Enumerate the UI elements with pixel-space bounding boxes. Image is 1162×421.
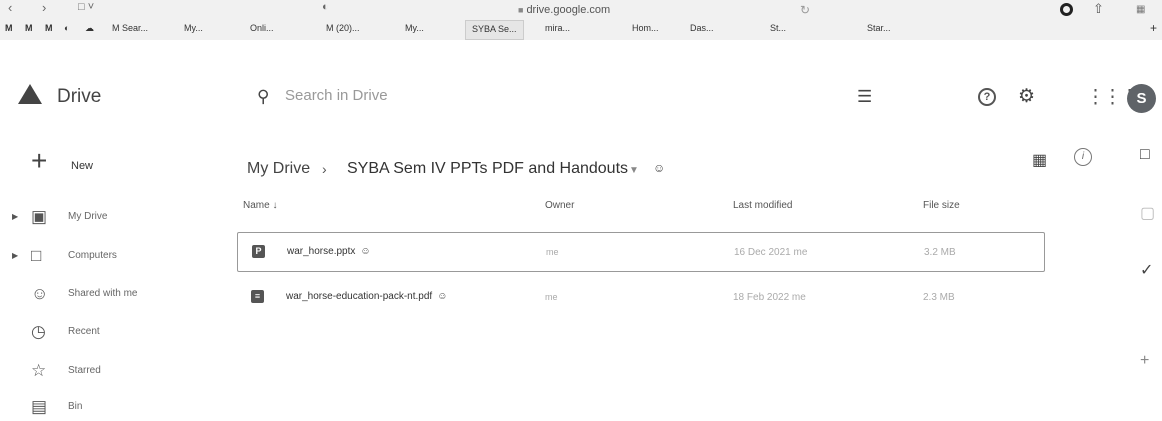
shared-icon: ☺ (360, 246, 371, 257)
sidebar-item-starred[interactable]: ☆ Starred (0, 361, 230, 385)
bookmark-gmail-1[interactable]: M (5, 23, 13, 33)
expand-arrow-icon[interactable]: ▶ (12, 212, 18, 221)
forward-icon[interactable]: › (42, 0, 46, 15)
file-modified: 16 Dec 2021 me (734, 247, 808, 258)
keep-icon[interactable]: ▢ (1140, 203, 1155, 223)
sidebar-item-label: My Drive (68, 211, 108, 222)
column-header-size: File size (923, 200, 960, 211)
calendar-icon[interactable]: □ (1140, 146, 1150, 164)
sidebar-item-label: Shared with me (68, 288, 138, 299)
help-icon[interactable]: ? (978, 88, 996, 106)
lock-icon: ■ (518, 5, 524, 15)
file-name: war_horse-education-pack-nt.pdf ☺ (286, 291, 448, 302)
info-icon[interactable]: i (1074, 148, 1092, 166)
new-label: New (71, 160, 94, 172)
bookmark-instagram[interactable]: St... (770, 23, 786, 33)
sidebar-item-label: Starred (68, 365, 101, 376)
browser-toolbar: ‹ › □ ˅ ◐ ■ drive.google.com ↻ ⇧ ▦ M M M … (0, 0, 1162, 40)
sidebar-item-my-drive[interactable]: ▶ ▣ My Drive (0, 207, 230, 231)
search-options-icon[interactable]: ☰ (857, 87, 872, 107)
star-icon: ☆ (31, 361, 47, 380)
column-header-name[interactable]: Name ↓ (243, 200, 277, 211)
tab-syba[interactable]: SYBA Se... (465, 20, 524, 40)
opera-icon[interactable] (1060, 3, 1073, 16)
bookmark-online[interactable]: Onli... (250, 23, 274, 33)
address-bar[interactable]: ■ drive.google.com (518, 4, 610, 16)
bookmark-cloud-icon[interactable]: ☁ (85, 23, 94, 34)
bin-icon: ▤ (31, 397, 48, 416)
file-owner: me (545, 292, 558, 302)
plus-icon: + (31, 145, 48, 176)
sidebar-toggle-icon[interactable]: □ ˅ (78, 1, 94, 13)
search-input[interactable] (285, 87, 685, 104)
breadcrumb-current[interactable]: SYBA Sem IV PPTs PDF and Handouts (347, 160, 628, 178)
bookmark-mira[interactable]: mira... (545, 23, 570, 33)
bookmark-starred[interactable]: Star... (867, 23, 891, 33)
bookmark-dashboard[interactable]: Das... (690, 23, 714, 33)
sidebar-item-bin[interactable]: ▤ Bin (0, 397, 230, 421)
file-size: 3.2 MB (924, 247, 956, 258)
sidebar-item-computers[interactable]: ▶ □ Computers (0, 246, 230, 270)
add-addon-icon[interactable]: + (1140, 352, 1149, 370)
bookmark-gmail-inbox[interactable]: M (20)... (326, 23, 360, 33)
shared-icon: ☺ (31, 284, 49, 303)
table-row[interactable]: ≡ war_horse-education-pack-nt.pdf ☺ me 18… (237, 278, 1045, 318)
bookmark-gmail-2[interactable]: M (25, 23, 33, 33)
sidebar-item-label: Computers (68, 250, 117, 261)
sidebar-item-shared[interactable]: ☺ Shared with me (0, 284, 230, 308)
file-modified: 18 Feb 2022 me (733, 292, 806, 303)
chevron-right-icon: › (322, 161, 327, 177)
new-tab-icon[interactable]: + (1150, 21, 1157, 35)
grid-view-icon[interactable]: ▦ (1032, 150, 1047, 170)
tab-overview-icon[interactable]: ▦ (1136, 4, 1145, 15)
bookmarks-bar: M M M ◐ ☁ M Sear... My... Onli... M (20)… (0, 20, 1162, 40)
brand-name[interactable]: Drive (57, 86, 101, 108)
drive-logo-icon[interactable] (18, 84, 42, 104)
column-header-modified: Last modified (733, 200, 793, 211)
expand-arrow-icon[interactable]: ▶ (12, 251, 18, 260)
bookmark-drive-1[interactable]: My... (184, 23, 203, 33)
table-row[interactable]: P war_horse.pptx ☺ me 16 Dec 2021 me 3.2 … (237, 232, 1045, 272)
pdf-file-icon: ≡ (251, 290, 264, 303)
bookmark-gmail-3[interactable]: M (45, 23, 53, 33)
tasks-icon[interactable]: ✓ (1140, 260, 1153, 280)
avatar[interactable]: S (1127, 84, 1156, 113)
pptx-file-icon: P (252, 245, 265, 258)
privacy-shield-icon[interactable]: ◐ (322, 1, 329, 13)
bookmark-whatsapp-icon[interactable]: ◐ (64, 23, 69, 33)
file-name: war_horse.pptx ☺ (287, 246, 371, 257)
url-text: drive.google.com (526, 4, 611, 16)
bookmark-search[interactable]: M Sear... (112, 23, 148, 33)
back-icon[interactable]: ‹ (8, 0, 12, 15)
sort-arrow-icon[interactable]: ↓ (272, 200, 277, 211)
file-size: 2.3 MB (923, 292, 955, 303)
bookmark-home[interactable]: Hom... (632, 23, 659, 33)
shared-icon: ☺ (437, 291, 448, 302)
sidebar-item-recent[interactable]: ◷ Recent (0, 322, 230, 346)
share-icon[interactable]: ⇧ (1093, 1, 1104, 17)
computers-icon: □ (31, 246, 42, 265)
shared-folder-icon[interactable]: ☺ (653, 161, 665, 175)
sidebar-item-label: Bin (68, 401, 83, 412)
my-drive-icon: ▣ (31, 207, 48, 226)
reload-icon[interactable]: ↻ (800, 3, 810, 17)
column-header-owner: Owner (545, 200, 575, 211)
breadcrumb-root[interactable]: My Drive (247, 160, 310, 178)
search-icon[interactable]: ⚲ (257, 87, 269, 107)
chevron-down-icon[interactable]: ▼ (629, 165, 639, 176)
clock-icon: ◷ (31, 322, 46, 341)
file-owner: me (546, 247, 559, 257)
bookmark-drive-2[interactable]: My... (405, 23, 424, 33)
settings-icon[interactable]: ⚙ (1018, 85, 1035, 108)
sidebar-item-label: Recent (68, 326, 100, 337)
